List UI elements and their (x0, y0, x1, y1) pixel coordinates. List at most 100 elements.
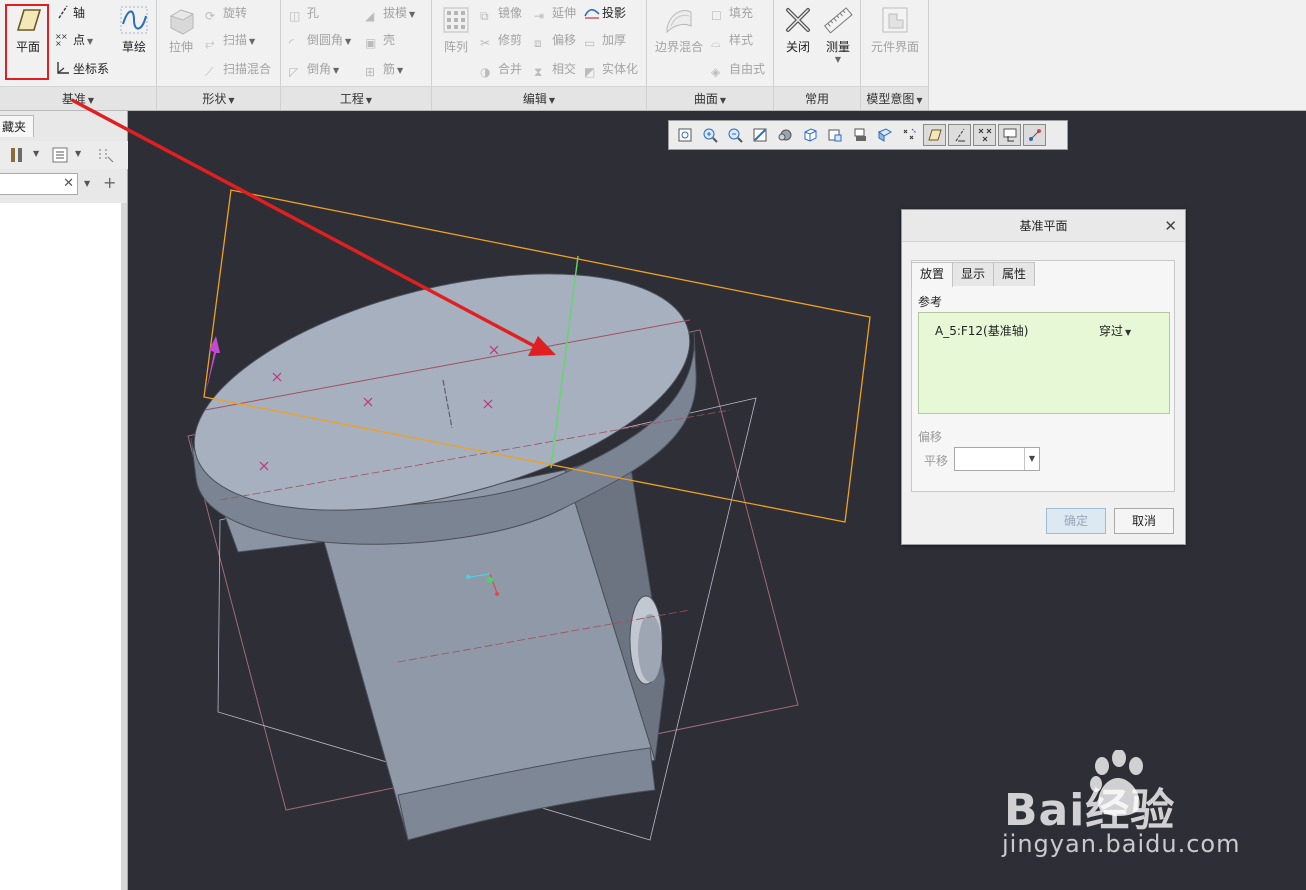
close-button[interactable]: 关闭 (776, 2, 820, 82)
project-icon (584, 8, 600, 19)
close-icon (786, 8, 810, 32)
offset-button[interactable]: ⧈ 偏移 (534, 29, 576, 51)
group-label-datum[interactable]: 基准 ▼ (0, 86, 156, 110)
add-icon[interactable]: + (103, 173, 116, 192)
search-dropdown-icon[interactable]: ▼ (84, 179, 90, 188)
hole-button[interactable]: ◫ 孔 (289, 2, 319, 24)
view-manager-button[interactable] (823, 124, 846, 146)
sketch-button[interactable]: 草绘 (112, 2, 156, 82)
sweep-button[interactable]: ⥂ 扫描 ▼ (205, 29, 255, 51)
tree-search-input[interactable] (0, 174, 60, 194)
cancel-button[interactable]: 取消 (1114, 508, 1174, 534)
group-label-surfaces[interactable]: 曲面 ▼ (647, 86, 773, 110)
datum-display-filter-button[interactable] (898, 124, 921, 146)
rib-dropdown-icon[interactable]: ▼ (397, 66, 403, 75)
group-label-shapes[interactable]: 形状 ▼ (157, 86, 280, 110)
zoom-in-button[interactable] (698, 124, 721, 146)
project-button[interactable]: 投影 (584, 2, 626, 24)
intersect-button[interactable]: ⧗ 相交 (534, 58, 576, 80)
freestyle-button[interactable]: ◈ 自由式 (711, 58, 765, 80)
measure-button[interactable]: 测量 ▼ (816, 2, 860, 82)
zoom-out-button[interactable] (723, 124, 746, 146)
reference-item[interactable]: A_5:F12(基准轴) (935, 322, 1028, 339)
tab-properties[interactable]: 属性 (993, 262, 1036, 286)
tree-search-field[interactable]: ✕ (0, 173, 78, 195)
tree-list-dropdown-icon[interactable]: ▼ (75, 149, 81, 158)
chamfer-dropdown-icon[interactable]: ▼ (333, 66, 339, 75)
draft-button[interactable]: ◢ 拔模 ▼ (365, 2, 415, 24)
clear-search-icon[interactable]: ✕ (63, 176, 74, 191)
rib-button[interactable]: ⊞ 筋 ▼ (365, 58, 403, 80)
swept-blend-button[interactable]: ⟋ 扫描混合 (205, 58, 271, 80)
mirror-button[interactable]: ⧉ 镜像 (480, 2, 522, 24)
solidify-label: 实体化 (602, 62, 639, 76)
trim-button[interactable]: ✂ 修剪 (480, 29, 522, 51)
tab-placement[interactable]: 放置 (911, 262, 954, 287)
merge-button[interactable]: ◑ 合并 (480, 58, 522, 80)
mirror-icon: ⧉ (480, 9, 489, 23)
group-label-editing[interactable]: 编辑 ▼ (432, 86, 646, 110)
repaint-button[interactable] (748, 124, 771, 146)
zoom-out-icon (728, 128, 743, 143)
boundary-blend-button[interactable]: 边界混合 (651, 2, 707, 82)
sweep-icon: ⥂ (205, 36, 215, 50)
annotation-display-button[interactable] (1023, 124, 1046, 146)
point-dropdown-icon[interactable]: ▼ (87, 37, 93, 46)
point-display-button[interactable] (973, 124, 996, 146)
references-collector[interactable]: A_5:F12(基准轴) 穿过 ▼ (918, 312, 1170, 414)
shell-button[interactable]: ▣ 壳 (365, 29, 395, 51)
thicken-button[interactable]: ▭ 加厚 (584, 29, 626, 51)
close-icon[interactable]: ✕ (1164, 210, 1177, 242)
ok-button[interactable]: 确定 (1046, 508, 1106, 534)
revolve-button[interactable]: ⟳ 旋转 (205, 2, 247, 24)
reference-constraint-select[interactable]: 穿过 ▼ (1099, 322, 1131, 339)
draft-dropdown-icon[interactable]: ▼ (409, 10, 415, 19)
tree-scrollbar[interactable] (121, 203, 127, 890)
measure-dropdown-icon[interactable]: ▼ (816, 55, 860, 64)
extrude-button[interactable]: 拉伸 (159, 2, 203, 82)
solidify-button[interactable]: ◩ 实体化 (584, 58, 638, 80)
sweep-label: 扫描 (223, 33, 248, 47)
style-button[interactable]: ⌓ 样式 (711, 29, 753, 51)
saved-views-button[interactable] (798, 124, 821, 146)
csys-display-button[interactable] (998, 124, 1021, 146)
csys-button[interactable]: 坐标系 (55, 58, 109, 80)
ruler-icon (823, 7, 853, 34)
component-interface-button[interactable]: 元件界面 (865, 2, 925, 82)
tree-list-icon[interactable] (50, 145, 70, 165)
translate-dropdown-icon[interactable]: ▼ (1024, 448, 1039, 470)
plane-display-button[interactable] (923, 124, 946, 146)
offset-label: 偏移 (918, 430, 943, 444)
chevron-down-icon: ▼ (228, 96, 235, 105)
settings-tools-icon[interactable] (8, 145, 28, 165)
rib-icon: ⊞ (365, 65, 376, 79)
tab-display[interactable]: 显示 (952, 262, 995, 286)
group-label-engineering[interactable]: 工程 ▼ (281, 86, 431, 110)
chamfer-button[interactable]: ◸ 倒角 ▼ (289, 58, 339, 80)
axis-display-button[interactable] (948, 124, 971, 146)
fill-icon: ☐ (711, 9, 722, 23)
settings-dropdown-icon[interactable]: ▼ (33, 149, 39, 158)
point-button[interactable]: × × × 点 ▼ (55, 29, 93, 51)
perspective-button[interactable] (848, 124, 871, 146)
group-label-model-intent[interactable]: 模型意图 ▼ (861, 86, 928, 110)
display-style-button[interactable] (773, 124, 796, 146)
chevron-down-icon: ▼ (365, 96, 373, 105)
section-button[interactable] (873, 124, 896, 146)
round-dropdown-icon[interactable]: ▼ (345, 37, 351, 46)
refit-button[interactable] (673, 124, 696, 146)
pattern-button[interactable]: 阵列 (434, 2, 478, 82)
offset-tool-label: 偏移 (552, 33, 577, 47)
translate-input[interactable]: ▼ (954, 447, 1040, 471)
style-label: 样式 (729, 33, 754, 47)
filter-icon[interactable] (96, 145, 116, 165)
axis-button[interactable]: 轴 (55, 2, 85, 24)
extend-button[interactable]: ⇥ 延伸 (534, 2, 576, 24)
favorites-tab[interactable]: 藏夹 (0, 115, 34, 137)
sweep-dropdown-icon[interactable]: ▼ (249, 37, 255, 46)
dialog-title-bar[interactable]: 基准平面 ✕ (902, 210, 1185, 242)
fill-button[interactable]: ☐ 填充 (711, 2, 753, 24)
swept-blend-icon: ⟋ (205, 65, 214, 79)
model-tree[interactable] (0, 203, 122, 890)
round-button[interactable]: ◜ 倒圆角 ▼ (289, 29, 351, 51)
